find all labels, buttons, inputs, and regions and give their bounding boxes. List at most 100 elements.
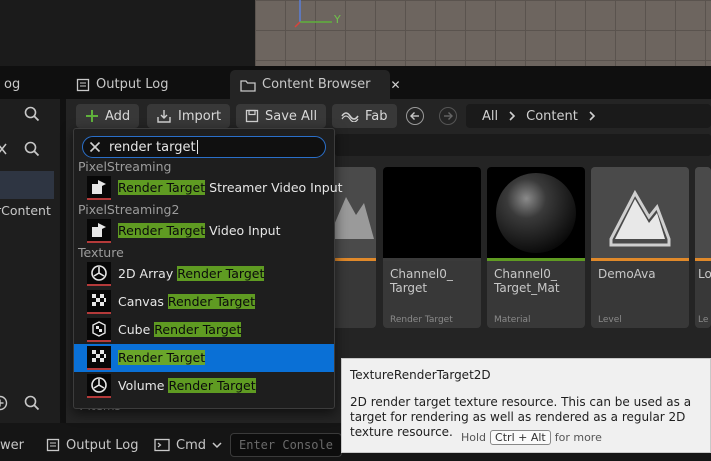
status-bar-partial-tab[interactable]: wer bbox=[0, 430, 32, 460]
plus-icon bbox=[85, 109, 99, 123]
search-highlight: Render Target bbox=[168, 378, 256, 393]
tooltip-hint-key: Ctrl + Alt bbox=[490, 430, 551, 445]
add-button-label: Add bbox=[105, 108, 131, 124]
menu-category-pixelstreaming2: PixelStreaming2 bbox=[78, 202, 180, 217]
search-icon[interactable] bbox=[24, 141, 40, 157]
pixelstream-icon bbox=[87, 176, 111, 200]
tab-content-browser[interactable]: Content Browser ✕ bbox=[230, 70, 401, 99]
arrow-right-icon bbox=[444, 112, 453, 120]
cube-texture-icon bbox=[87, 318, 111, 342]
forward-button[interactable] bbox=[439, 107, 457, 125]
status-output-log-label: Output Log bbox=[66, 437, 139, 453]
search-highlight: Render Target bbox=[177, 266, 265, 281]
tab-partial-left[interactable]: og bbox=[0, 70, 30, 99]
tooltip-title: TextureRenderTarget2D bbox=[350, 368, 491, 382]
cmd-label: Cmd bbox=[176, 437, 206, 453]
search-icon[interactable] bbox=[24, 395, 40, 411]
menu-item-render-target-streamer-video-input[interactable]: Render Target Streamer Video Input bbox=[74, 174, 343, 202]
output-log-icon bbox=[46, 438, 60, 452]
console-icon bbox=[154, 438, 170, 452]
close-icon[interactable] bbox=[0, 141, 8, 157]
asset-type: Level bbox=[598, 315, 622, 325]
canvas-texture-icon bbox=[87, 290, 111, 314]
menu-category-pixelstreaming: PixelStreaming bbox=[78, 159, 172, 174]
breadcrumb-all[interactable]: All bbox=[482, 109, 498, 124]
menu-item-text: Volume bbox=[118, 378, 169, 393]
filter-bar[interactable] bbox=[335, 134, 711, 156]
search-highlight: Render Target bbox=[118, 180, 206, 195]
menu-search-input[interactable]: render target bbox=[82, 136, 326, 158]
status-output-log-button[interactable]: Output Log bbox=[38, 430, 147, 460]
import-icon bbox=[156, 109, 172, 123]
tooltip-hint-suffix: for more bbox=[554, 431, 602, 444]
search-highlight: Render Target bbox=[154, 322, 242, 337]
menu-item-text: 2D Array bbox=[118, 266, 178, 281]
chevron-right-icon[interactable] bbox=[588, 110, 596, 122]
asset-type-bar bbox=[487, 258, 585, 261]
close-tab-icon[interactable]: ✕ bbox=[391, 78, 401, 92]
asset-tile[interactable]: Channel0_ Target Render Target bbox=[383, 167, 481, 328]
menu-item-canvas-render-target[interactable]: Canvas Render Target bbox=[74, 288, 334, 316]
pixelstream-icon bbox=[87, 219, 111, 243]
fab-icon bbox=[341, 110, 359, 122]
menu-item-render-target-video-input[interactable]: Render Target Video Input bbox=[74, 217, 334, 245]
menu-item-cube-render-target[interactable]: Cube Render Target bbox=[74, 316, 334, 344]
import-button-label: Import bbox=[178, 108, 222, 124]
breadcrumb-content[interactable]: Content bbox=[526, 109, 578, 124]
texture-array-icon bbox=[87, 262, 111, 286]
asset-tile[interactable]: Channel0_ Target_Mat Material bbox=[487, 167, 585, 328]
asset-name: Channel0_ Target_Mat bbox=[494, 267, 560, 295]
asset-tile-partial[interactable]: Lo Le bbox=[695, 167, 711, 328]
viewport-dark-area bbox=[0, 0, 255, 66]
sources-item-content-partial[interactable]: rContent bbox=[0, 203, 51, 218]
tab-label: Output Log bbox=[96, 77, 169, 92]
cmd-dropdown[interactable]: Cmd bbox=[146, 430, 230, 460]
search-highlight: Render Target bbox=[118, 350, 206, 365]
menu-category-texture: Texture bbox=[78, 245, 124, 260]
fab-button-label: Fab bbox=[365, 108, 388, 124]
asset-type-bar bbox=[591, 258, 689, 261]
asset-type: Material bbox=[494, 315, 531, 325]
asset-type: Render Target bbox=[390, 315, 453, 325]
content-browser-icon bbox=[240, 78, 256, 92]
back-button[interactable] bbox=[406, 107, 424, 125]
sphere-thumbnail-icon bbox=[487, 167, 585, 258]
sources-selected-row[interactable] bbox=[0, 171, 54, 199]
tab-output-log[interactable]: Output Log bbox=[66, 70, 179, 99]
asset-type-bar bbox=[383, 258, 481, 261]
chevron-down-icon bbox=[212, 441, 222, 449]
menu-item-volume-render-target[interactable]: Volume Render Target bbox=[74, 372, 334, 400]
output-log-icon bbox=[76, 78, 90, 92]
asset-thumbnail bbox=[695, 167, 711, 258]
search-highlight: Render Target bbox=[167, 294, 256, 309]
console-command-input[interactable]: Enter Console Command bbox=[230, 433, 342, 457]
chevron-right-icon bbox=[508, 110, 516, 122]
render-target-icon bbox=[87, 346, 111, 370]
save-all-button[interactable]: Save All bbox=[236, 104, 327, 128]
menu-search-value: render target bbox=[109, 139, 196, 155]
asset-type-bar bbox=[695, 258, 711, 261]
transform-gizmo-icon[interactable] bbox=[292, 0, 352, 30]
arrow-left-icon bbox=[410, 112, 419, 120]
fab-button[interactable]: Fab bbox=[332, 104, 397, 128]
add-button[interactable]: Add bbox=[76, 104, 140, 128]
clear-search-icon[interactable] bbox=[89, 141, 101, 153]
menu-item-2d-array-render-target[interactable]: 2D Array Render Target bbox=[74, 260, 334, 288]
tab-label: og bbox=[4, 77, 21, 92]
search-highlight: Render Target bbox=[118, 223, 206, 238]
asset-tile[interactable]: DemoAva Level bbox=[591, 167, 689, 328]
tab-label: Content Browser bbox=[262, 77, 371, 92]
breadcrumb: All Content bbox=[466, 104, 711, 128]
asset-thumbnail bbox=[383, 167, 481, 258]
search-icon[interactable] bbox=[24, 106, 40, 122]
menu-item-text: Cube bbox=[118, 322, 155, 337]
import-button[interactable]: Import bbox=[147, 104, 231, 128]
save-all-button-label: Save All bbox=[265, 108, 318, 124]
asset-name: Channel0_ Target bbox=[390, 267, 453, 295]
menu-item-text: Video Input bbox=[205, 223, 281, 238]
volume-texture-icon bbox=[87, 374, 111, 398]
axis-y-label: Y bbox=[334, 13, 341, 26]
add-icon[interactable] bbox=[0, 395, 8, 411]
asset-name: DemoAva bbox=[598, 267, 656, 281]
menu-item-render-target[interactable]: Render Target bbox=[74, 344, 334, 372]
